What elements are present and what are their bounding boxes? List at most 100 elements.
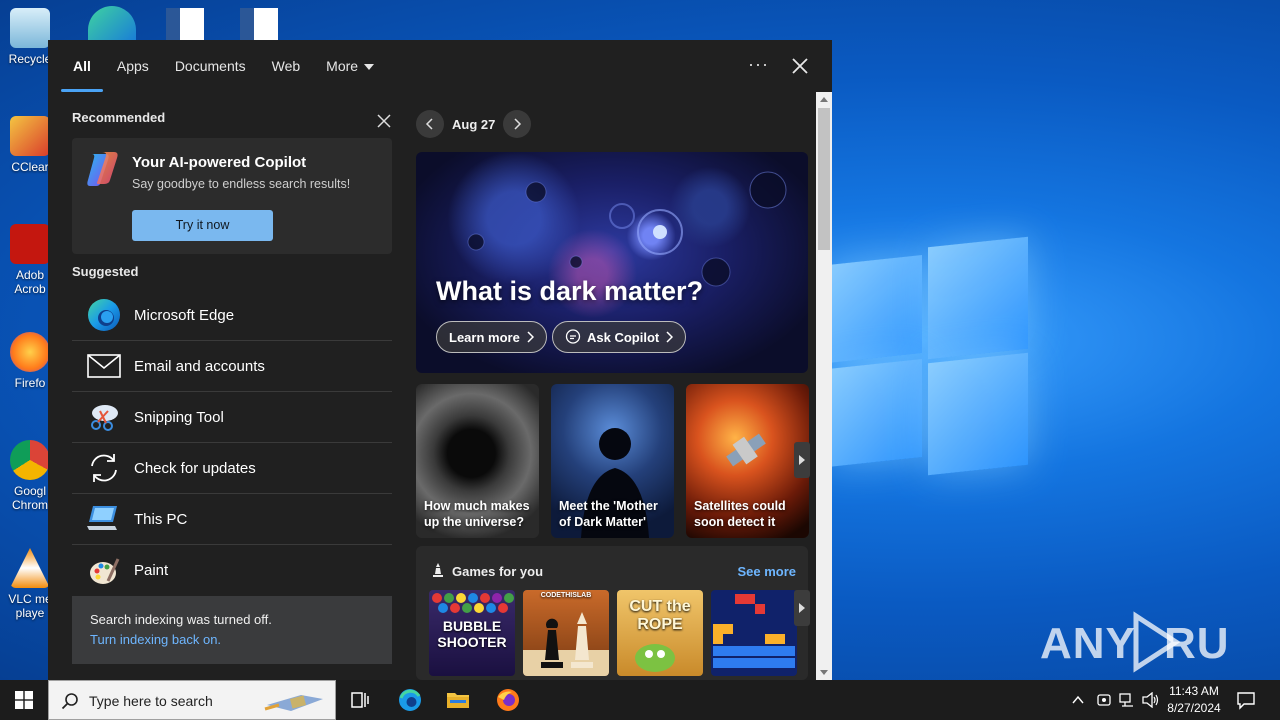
- more-options-icon[interactable]: ···: [748, 54, 768, 78]
- hero-title: What is dark matter?: [436, 276, 704, 306]
- games-heading: Games for you: [452, 564, 544, 579]
- anyrun-logo-icon: ANY RUN: [1040, 611, 1230, 673]
- scrollbar-thumb[interactable]: [818, 108, 830, 250]
- next-games-button[interactable]: [794, 590, 810, 626]
- close-icon[interactable]: [788, 54, 812, 78]
- chrome-icon: [10, 440, 50, 480]
- game-tile[interactable]: BUBBLE SHOOTER: [429, 590, 515, 676]
- suggested-item-email-accounts[interactable]: Email and accounts: [72, 341, 392, 392]
- network-icon[interactable]: [1119, 692, 1135, 708]
- acrobat-icon: [10, 224, 50, 264]
- chevron-left-icon: [425, 118, 433, 130]
- clock-time: 11:43 AM: [1169, 684, 1219, 698]
- highlight-card[interactable]: How much makes up the universe?: [416, 384, 539, 538]
- copilot-icon: [87, 152, 118, 186]
- game-title: CUT the ROPE: [629, 598, 691, 633]
- file-explorer-icon[interactable]: [446, 688, 470, 712]
- anyrun-watermark: ANY RUN: [1040, 610, 1230, 674]
- highlight-card[interactable]: Satellites could soon detect it: [686, 384, 809, 538]
- highlight-date: Aug 27: [452, 117, 496, 132]
- edge-desktop-icon[interactable]: [88, 6, 136, 40]
- desktop-icon-label: Recycle: [8, 52, 52, 66]
- suggested-item-label: Check for updates: [134, 459, 256, 477]
- highlight-card-title: Meet the 'Mother of Dark Matter': [559, 499, 658, 529]
- search-icon: [61, 693, 78, 710]
- desktop-icon-label: CClear: [11, 160, 49, 174]
- game-tile[interactable]: [711, 590, 797, 676]
- game-title: CODETHISLAB: [540, 592, 592, 599]
- word-document-icon[interactable]: [166, 8, 204, 40]
- scroll-down-icon[interactable]: [820, 670, 828, 675]
- suggested-item-label: Email and accounts: [134, 357, 265, 375]
- chevron-right-icon: [666, 331, 674, 343]
- desktop-icon-label: Firefo: [14, 376, 46, 390]
- arrow-right-icon: [799, 603, 805, 613]
- notification-icon[interactable]: [1236, 690, 1256, 710]
- suggested-item-snipping-tool[interactable]: Snipping Tool: [72, 392, 392, 443]
- recycle-bin-icon: [10, 8, 50, 48]
- tab-documents[interactable]: Documents: [162, 40, 259, 92]
- task-view-icon[interactable]: [348, 688, 372, 712]
- learn-more-button[interactable]: Learn more: [436, 321, 547, 353]
- chevron-down-icon: [364, 64, 375, 71]
- suggested-item-this-pc[interactable]: This PC: [72, 494, 392, 545]
- highlight-cards: How much makes up the universe? Meet the…: [416, 384, 810, 538]
- svg-text:RUN: RUN: [1164, 619, 1230, 668]
- start-button[interactable]: [0, 680, 48, 720]
- svg-text:ANY: ANY: [1040, 619, 1136, 668]
- highlight-card-title: Satellites could soon detect it: [694, 499, 786, 529]
- clock-date: 8/27/2024: [1167, 701, 1221, 715]
- desktop-icon-label: VLC me playe: [8, 592, 52, 620]
- sync-icon: [86, 450, 122, 486]
- edge-icon: [86, 297, 122, 333]
- desktop-icon-label: Adob Acrob: [14, 268, 46, 296]
- suggested-item-label: Microsoft Edge: [134, 306, 235, 324]
- chevron-right-icon: [514, 118, 522, 130]
- search-highlight-art-icon: [264, 695, 323, 711]
- left-column: Recommended Your AI-powered Copilot Say …: [72, 110, 392, 584]
- chat-bubble-icon: [565, 329, 581, 344]
- dismiss-recommended-icon[interactable]: [376, 113, 392, 129]
- search-tabs: All Apps Documents Web More: [60, 40, 387, 92]
- device-icon[interactable]: [1096, 692, 1112, 708]
- suggested-item-label: Snipping Tool: [134, 408, 224, 426]
- ask-copilot-button[interactable]: Ask Copilot: [552, 321, 687, 353]
- tab-web[interactable]: Web: [259, 40, 314, 92]
- highlight-card-title: How much makes up the universe?: [424, 499, 530, 529]
- suggested-item-label: Paint: [134, 562, 169, 579]
- next-day-button[interactable]: [503, 110, 531, 138]
- next-cards-button[interactable]: [794, 442, 810, 478]
- tab-apps[interactable]: Apps: [104, 40, 162, 92]
- suggested-item-check-updates[interactable]: Check for updates: [72, 443, 392, 494]
- edge-taskbar-icon[interactable]: [398, 688, 422, 712]
- turn-indexing-on-link[interactable]: Turn indexing back on.: [90, 632, 221, 647]
- tab-more[interactable]: More: [313, 40, 387, 92]
- hero-card[interactable]: What is dark matter? Learn more Ask Copi…: [416, 152, 808, 373]
- try-it-now-button[interactable]: Try it now: [132, 210, 273, 241]
- recommended-heading: Recommended: [72, 110, 166, 125]
- games-section: Games for you See more BUBBLE SHOOTER CO…: [416, 546, 810, 680]
- game-title: BUBBLE SHOOTER: [437, 618, 507, 650]
- indexing-notice-text: Search indexing was turned off.: [90, 612, 272, 627]
- panel-scrollbar[interactable]: [816, 92, 832, 680]
- word-document-icon[interactable]: [240, 8, 278, 40]
- tab-all[interactable]: All: [60, 40, 104, 92]
- chess-piece-icon: [433, 563, 443, 577]
- scroll-up-icon[interactable]: [820, 97, 828, 102]
- arrow-right-icon: [799, 455, 805, 465]
- suggested-item-microsoft-edge[interactable]: Microsoft Edge: [72, 290, 392, 341]
- show-hidden-icons-icon[interactable]: [1072, 694, 1084, 706]
- taskbar-search-box[interactable]: Type here to search: [48, 680, 336, 720]
- taskbar-clock[interactable]: 11:43 AM 8/27/2024: [1158, 683, 1230, 717]
- see-more-link[interactable]: See more: [737, 564, 796, 579]
- game-tile[interactable]: CODETHISLAB: [523, 590, 609, 676]
- suggested-item-paint[interactable]: Paint: [72, 545, 392, 596]
- previous-day-button[interactable]: [416, 110, 444, 138]
- indexing-notice: Search indexing was turned off. Turn ind…: [72, 596, 392, 664]
- firefox-taskbar-icon[interactable]: [496, 688, 520, 712]
- highlight-card[interactable]: Meet the 'Mother of Dark Matter': [551, 384, 674, 538]
- game-tile[interactable]: CUT the ROPE: [617, 590, 703, 676]
- computer-icon: [86, 501, 122, 537]
- copilot-card-title: Your AI-powered Copilot: [132, 154, 307, 171]
- taskbar: Type here to search 11:43 AM 8/27/2024: [0, 680, 1280, 720]
